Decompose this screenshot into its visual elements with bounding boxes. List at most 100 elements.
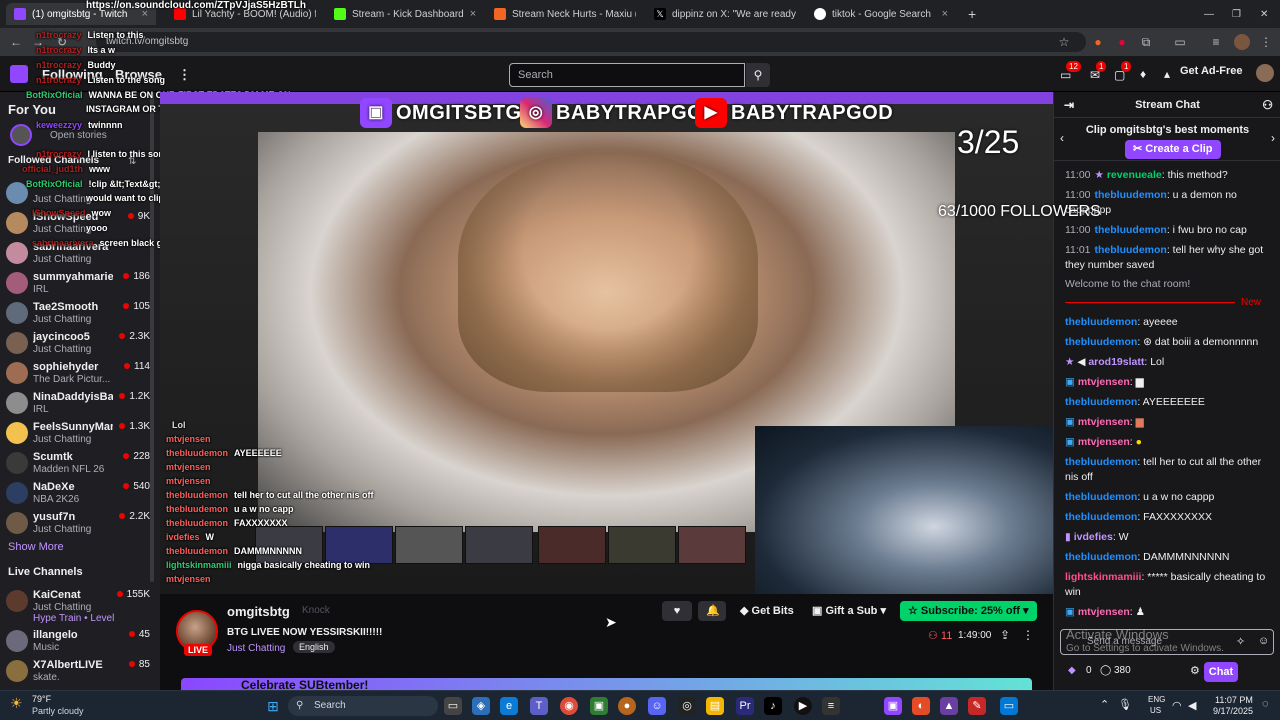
followed-channel[interactable]: Tae2Smooth Just Chatting 105 [6,298,154,328]
bits-icon[interactable]: ▴ [1164,67,1170,81]
notification-bell-button[interactable]: 🔔 [698,601,726,621]
search-input[interactable]: Search [509,63,745,87]
chat-username[interactable]: thebluudemon [1095,224,1167,236]
network-icon[interactable]: ⌃ [1100,698,1109,711]
minimize-icon[interactable]: — [1196,3,1216,25]
chat-username[interactable]: thebluudemon [1065,336,1137,348]
maximize-icon[interactable]: ❐ [1224,3,1244,25]
language-tag[interactable]: English [293,641,335,653]
get-ad-free-button[interactable]: Get Ad-Free [1180,65,1243,77]
extensions-puzzle-icon[interactable]: ⧉ [1138,34,1154,50]
new-tab-button[interactable]: + [960,3,980,25]
search-button[interactable]: ⚲ [746,63,770,87]
app-icon[interactable]: ▲ [940,697,958,715]
prime-crown-icon[interactable]: ♦ [1140,67,1146,81]
task-view-icon[interactable]: ▭ [444,697,462,715]
tab-google[interactable]: tiktok - Google Search × [806,3,956,25]
tab-kick[interactable]: Stream - Kick Dashboard × [326,3,476,25]
copilot-icon[interactable]: ◈ [472,697,490,715]
app-icon[interactable]: ▣ [590,697,608,715]
user-avatar[interactable] [1256,64,1274,82]
knock-button[interactable]: Knock [302,605,330,616]
chat-username[interactable]: thebluudemon [1065,511,1137,523]
chat-username[interactable]: thebluudemon [1095,189,1167,201]
followed-channel[interactable]: Scumtk Madden NFL 26 228 [6,448,154,478]
more-kebab-icon[interactable]: ⋮ [178,67,191,83]
chat-username[interactable]: thebluudemon [1065,396,1137,408]
cast-icon[interactable]: ▭ [1172,34,1188,50]
subscribe-button[interactable]: ☆ Subscribe: 25% off ▾ [900,601,1037,621]
chat-username[interactable]: thebluudemon [1065,491,1137,503]
bookmark-star-icon[interactable]: ☆ [1056,34,1072,50]
language-code[interactable]: ENG [1148,695,1165,704]
live-channel[interactable]: X7AlbertLIVE skate. 85 [6,656,154,686]
clock-date[interactable]: 9/17/2025 [1213,706,1253,716]
get-bits-button[interactable]: ◆ Get Bits [732,601,802,621]
channel-points-icon[interactable]: ◯ [1100,665,1111,676]
notification-center-icon[interactable]: ◌ [1262,698,1269,710]
app-icon[interactable]: ● [618,697,636,715]
teams-icon[interactable]: T [530,697,548,715]
volume-icon[interactable]: ◀ [1188,699,1196,712]
close-icon[interactable]: × [942,8,948,20]
followed-channel[interactable]: NinaDaddyisBa...IRL 1.2K [6,388,154,418]
follow-heart-button[interactable]: ♥ [662,601,692,621]
chat-username[interactable]: lightskinmamiii [1065,571,1141,583]
taskbar-search[interactable]: ⚲ Search [288,696,438,716]
chat-username[interactable]: thebluudemon [1065,316,1137,328]
menu-kebab-icon[interactable]: ⋮ [1258,34,1274,50]
tab-soundcloud[interactable]: Stream Neck Hurts - Maxiu (re × [486,3,636,25]
app-icon[interactable]: ◐ [912,697,930,715]
live-channel[interactable]: KaiCenat Just Chatting Hype Train • Level … [6,586,154,624]
more-kebab-icon[interactable]: ⋮ [1022,628,1034,642]
windows-start-icon[interactable]: ⊞ [264,697,282,715]
window-close-icon[interactable]: ✕ [1252,3,1272,25]
app-icon[interactable]: ▭ [1000,697,1018,715]
emote-picker-icon[interactable]: ☺ [1258,635,1269,647]
followed-channel[interactable]: summyahmarie IRL 186 [6,268,154,298]
followed-channel[interactable]: jaycincoo5 Just Chatting 2.3K [6,328,154,358]
media-icon[interactable]: ≡ [1208,34,1224,50]
wifi-icon[interactable]: ◠ [1172,699,1182,712]
chevron-right-icon[interactable]: › [1271,131,1275,145]
extension-icon[interactable]: ● [1114,34,1130,50]
mic-icon[interactable]: 🎙 [1118,698,1132,711]
show-more-link[interactable]: Show More [8,541,64,553]
gift-sub-button[interactable]: ▣ Gift a Sub ▾ [804,601,894,621]
followed-channel[interactable]: yusuf7n Just Chatting 2.2K [6,508,154,538]
obs-icon[interactable]: ◎ [678,697,696,715]
chat-username[interactable]: mtvjensen [1078,376,1130,388]
streamer-name[interactable]: omgitsbtg [227,604,290,619]
stories-avatar[interactable] [10,124,32,146]
followed-channel[interactable]: FeelsSunnyMan Just Chatting 1.3K [6,418,154,448]
sidebar-scrollbar[interactable] [150,92,154,582]
chat-send-button[interactable]: Chat [1204,662,1238,682]
tiktok-icon[interactable]: ♪ [764,697,782,715]
bits-icon[interactable]: ◆ [1068,665,1076,676]
file-explorer-icon[interactable]: ▤ [706,697,724,715]
chat-username[interactable]: revenueale [1107,169,1162,181]
chrome-icon[interactable]: ◉ [560,697,578,715]
share-icon[interactable]: ⇪ [1000,628,1010,642]
app-icon[interactable]: ▶ [794,697,812,715]
tab-x[interactable]: 𝕏 dippinz on X: "We are ready to × [646,3,796,25]
chat-username[interactable]: thebluudemon [1065,456,1137,468]
settings-gear-icon[interactable]: ⚙ [1190,664,1200,677]
extension-icon[interactable]: ● [1090,34,1106,50]
premiere-icon[interactable]: Pr [736,697,754,715]
app-icon[interactable]: ≡ [822,697,840,715]
open-stories-link[interactable]: Open stories [50,130,107,141]
video-player[interactable]: ▣ OMGITSBTG ◎ BABYTRAPGOD ▶ BABYTRAPGOD 3/2… [160,92,1053,594]
back-icon[interactable]: ← [8,34,24,50]
profile-avatar-icon[interactable] [1234,34,1250,50]
chat-username[interactable]: thebluudemon [1095,244,1167,256]
chat-username[interactable]: thebluudemon [1065,551,1137,563]
chat-username[interactable]: arod19slatt [1088,356,1144,368]
weather-icon[interactable]: ☀ [10,695,23,712]
discord-icon[interactable]: ☺ [648,697,666,715]
followed-channel[interactable]: sophiehyder The Dark Pictur... 114 [6,358,154,388]
chat-username[interactable]: ivdefies [1074,531,1113,543]
twitch-logo-icon[interactable] [10,65,28,83]
users-icon[interactable]: ⚇ [1262,92,1273,118]
live-channel[interactable]: illangelo Music 45 [6,626,154,656]
